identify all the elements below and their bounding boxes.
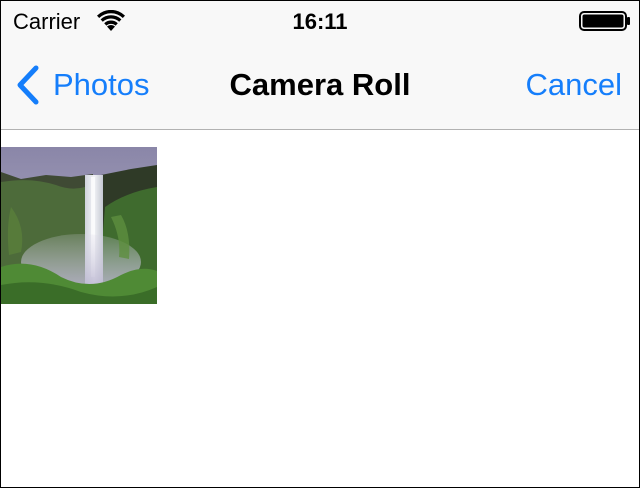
battery-icon xyxy=(579,11,631,31)
photo-thumbnail[interactable] xyxy=(1,147,157,304)
back-button[interactable]: Photos xyxy=(15,65,150,105)
top-bars: Carrier 16:11 Photos Camera Roll Cancel xyxy=(1,1,639,130)
back-button-label: Photos xyxy=(53,67,150,102)
camera-roll-screen: Carrier 16:11 Photos Camera Roll Cancel xyxy=(0,0,640,488)
waterfall-photo xyxy=(1,147,157,304)
status-bar: Carrier 16:11 xyxy=(1,1,639,41)
chevron-left-icon xyxy=(17,65,39,105)
cancel-button[interactable]: Cancel xyxy=(526,65,623,105)
navigation-bar: Photos Camera Roll Cancel xyxy=(1,41,639,129)
clock: 16:11 xyxy=(292,9,348,34)
